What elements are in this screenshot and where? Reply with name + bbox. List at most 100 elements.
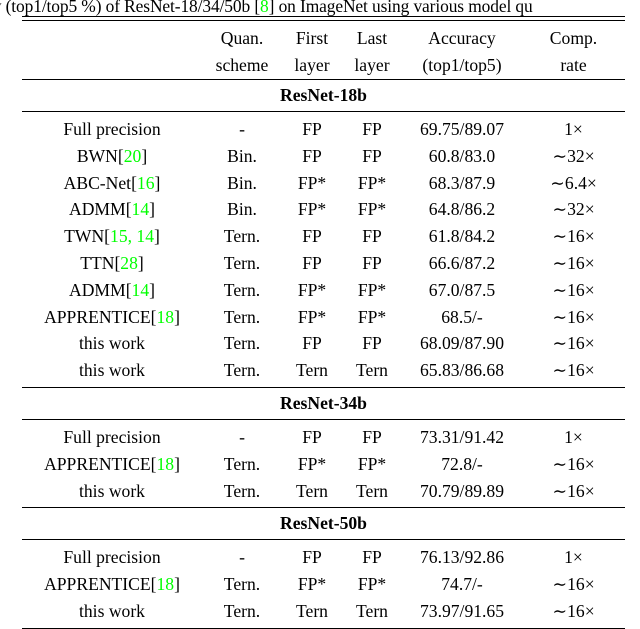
table-row: APPRENTICE[18] Tern. FP* FP* 74.7/- ∼16× [22,571,625,598]
column-header-5: rate [560,55,587,75]
results-table-body: Quan. First Last Accuracy Comp. scheme layer la… [22,16,625,629]
accuracy-cell: 65.83/86.68 [419,360,505,381]
accuracy-cell: 72.8/- [441,453,483,474]
column-header-2: First [295,28,329,48]
column-header-0 [22,52,202,80]
compression-rate-cell: ∼16× [552,480,595,501]
column-header-2: layer [294,55,330,75]
table-header-row: Quan. First Last Accuracy Comp. [22,21,625,53]
first-layer-cell: Tern [296,480,328,501]
method-name: TWN [64,226,105,247]
table-row: APPRENTICE[18] Tern. FP* FP* 68.5/- ∼16× [22,304,625,331]
method-name-cell: this work [22,598,202,628]
citation-link[interactable]: 16 [137,173,155,193]
column-header-1: scheme [215,55,269,75]
method-name-cell: ADMM[14] [68,199,155,220]
first-layer-cell: FP* [297,574,327,595]
last-layer-cell: FP* [357,453,387,474]
accuracy-cell: 69.75/89.07 [419,119,505,139]
quantization-scheme-cell: Tern. [223,600,261,621]
caption-text-after: ] on ImageNet using various model qu [268,0,533,16]
method-name-cell: BWN[20] [76,145,148,166]
first-layer-cell: FP [302,119,322,139]
table-row: Full precision - FP FP 73.31/91.42 1× [22,420,625,451]
compression-rate-cell: ∼32× [552,145,595,166]
citation-link[interactable]: 18 [156,574,174,594]
quantization-scheme-cell: - [239,426,245,447]
compression-rate-cell: ∼16× [552,360,595,381]
method-name: this work [79,360,145,381]
compression-rate-cell: ∼16× [552,252,595,273]
table-row: Full precision - FP FP 69.75/89.07 1× [22,112,625,143]
method-name: ABC-Net [63,172,132,193]
method-name-cell: TTN[28] [80,252,144,273]
last-layer-cell: FP [362,119,382,139]
compression-rate-cell: ∼16× [552,306,595,327]
first-layer-cell: FP* [297,172,327,193]
last-layer-cell: FP [362,547,382,568]
table-figure-page: ccuracy (top1/top5 %) of ResNet-18/34/50… [0,0,640,629]
citation-link[interactable]: 20 [124,146,142,166]
accuracy-cell: 74.7/- [441,574,483,595]
section-title: ResNet-18b [280,85,367,105]
citation-link[interactable]: 14 [132,280,150,300]
compression-rate-cell: 1× [564,426,583,447]
method-name-cell: Full precision [22,540,202,571]
method-name-cell: APPRENTICE[18] [44,574,180,595]
first-layer-cell: FP* [297,306,327,327]
compression-rate-cell: ∼16× [552,600,595,621]
method-name: Full precision [63,547,161,568]
method-name: APPRENTICE [44,574,151,595]
first-layer-cell: FP [302,145,322,166]
last-layer-cell: FP* [357,172,387,193]
citation-link[interactable]: 18 [156,454,174,474]
first-layer-cell: FP* [297,199,327,220]
results-table: Quan. First Last Accuracy Comp. scheme layer la… [22,16,625,629]
accuracy-cell: 60.8/83.0 [428,145,496,166]
table-row: TWN[15, 14] Tern. FP FP 61.8/84.2 ∼16× [22,223,625,250]
table-caption-container: ccuracy (top1/top5 %) of ResNet-18/34/50… [0,0,640,16]
accuracy-cell: 73.31/91.42 [419,426,505,447]
citation-link[interactable]: 14 [132,199,150,219]
table-row: TTN[28] Tern. FP FP 66.6/87.2 ∼16× [22,250,625,277]
accuracy-cell: 76.13/92.86 [419,547,505,568]
last-layer-cell: FP [362,252,382,273]
method-name-cell: this work [22,357,202,387]
compression-rate-cell: 1× [564,547,583,568]
method-name: this work [79,480,145,501]
method-name: Full precision [63,119,161,139]
citation-link[interactable]: 15, 14 [110,226,154,246]
table-row: BWN[20] Bin. FP FP 60.8/83.0 ∼32× [22,143,625,170]
column-header-5: Comp. [549,28,598,48]
accuracy-cell: 67.0/87.5 [428,279,496,300]
last-layer-cell: FP [362,145,382,166]
table-row: Full precision - FP FP 76.13/92.86 1× [22,540,625,571]
compression-rate-cell: ∼16× [552,279,595,300]
quantization-scheme-cell: Tern. [223,252,261,273]
last-layer-cell: FP* [357,306,387,327]
table-row: APPRENTICE[18] Tern. FP* FP* 72.8/- ∼16× [22,451,625,478]
table-caption: ccuracy (top1/top5 %) of ResNet-18/34/50… [0,0,533,16]
section-title: ResNet-50b [280,513,367,534]
compression-rate-cell: ∼16× [552,226,595,247]
last-layer-cell: Tern [356,480,388,501]
method-name: TTN [80,252,115,273]
quantization-scheme-cell: Tern. [223,360,261,381]
accuracy-cell: 73.97/91.65 [419,600,505,621]
first-layer-cell: FP* [297,279,327,300]
citation-link[interactable]: 18 [156,307,174,327]
quantization-scheme-cell: Tern. [223,306,261,327]
accuracy-cell: 68.09/87.90 [419,333,505,354]
accuracy-cell: 66.6/87.2 [428,252,496,273]
column-header-4: Accuracy [428,28,496,48]
table-row: this work Tern. FP FP 68.09/87.90 ∼16× [22,330,625,357]
table-row: ADMM[14] Tern. FP* FP* 67.0/87.5 ∼16× [22,277,625,304]
method-name-cell: Full precision [22,112,202,143]
citation-link[interactable]: 28 [120,253,138,273]
last-layer-cell: Tern [356,360,388,381]
compression-rate-cell: 1× [564,119,583,139]
quantization-scheme-cell: - [239,119,245,139]
quantization-scheme-cell: - [239,547,245,568]
method-name: APPRENTICE [44,306,151,327]
accuracy-cell: 64.8/86.2 [428,199,496,220]
